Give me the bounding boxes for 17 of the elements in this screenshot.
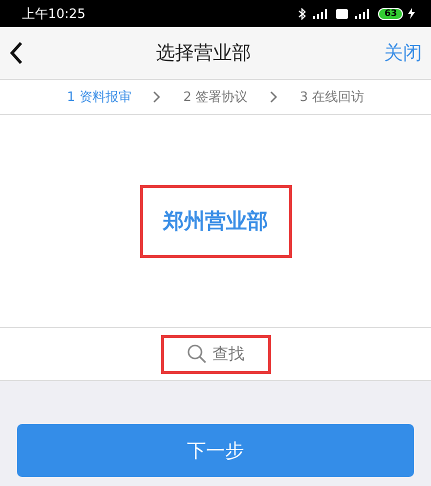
back-icon[interactable] (9, 41, 23, 65)
branch-name: 郑州营业部 (163, 208, 268, 235)
page-title: 选择营业部 (156, 41, 251, 66)
step-label: 3 在线回访 (300, 89, 364, 106)
chevron-icon (270, 91, 278, 103)
chevron-icon (153, 91, 162, 103)
step-label: 2 签署协议 (183, 89, 248, 106)
battery-level: 63 (378, 8, 403, 20)
search-icon (186, 344, 206, 364)
step-label: 1 资料报审 (66, 89, 132, 106)
next-button[interactable]: 下一步 (17, 424, 414, 477)
charging-icon (408, 8, 415, 19)
close-link[interactable]: 关闭 (384, 40, 422, 66)
search-button[interactable]: 查找 (160, 334, 270, 374)
bluetooth-icon (298, 8, 306, 20)
status-time: 上午10:25 (22, 6, 86, 22)
search-label: 查找 (212, 344, 244, 364)
